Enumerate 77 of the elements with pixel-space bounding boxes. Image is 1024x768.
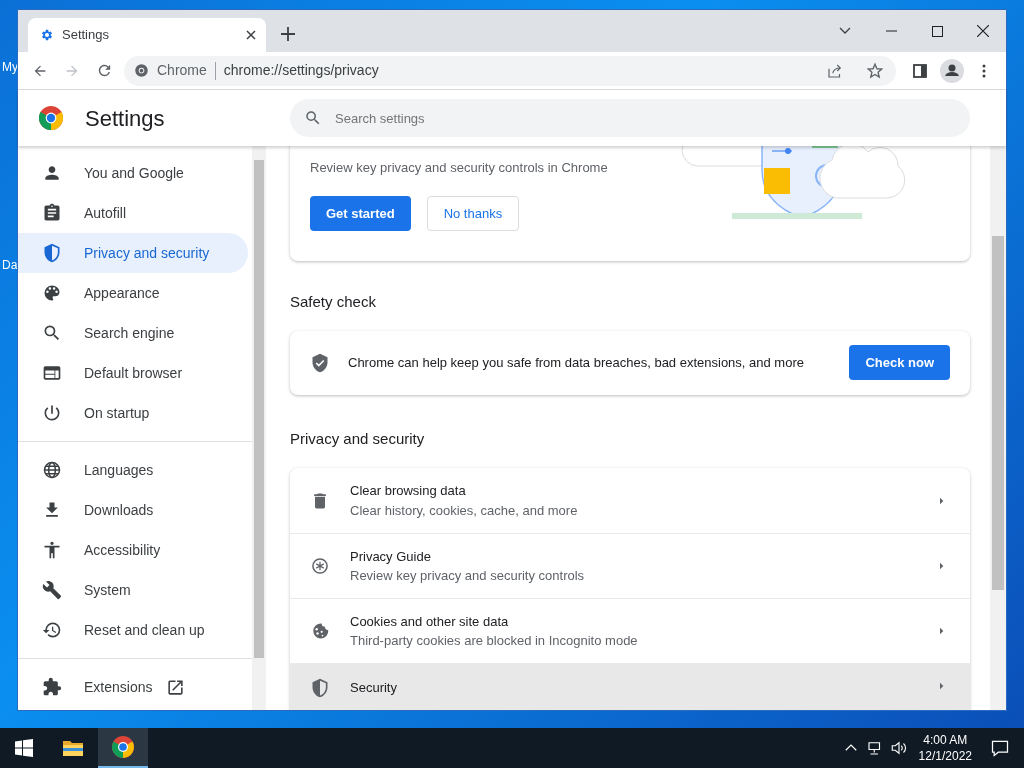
desktop-icon-label[interactable]: Da — [2, 256, 18, 274]
accessibility-icon — [42, 540, 62, 560]
row-title: Privacy Guide — [350, 547, 432, 566]
page-title: Settings — [85, 104, 166, 133]
external-link-icon — [166, 677, 186, 697]
shield-icon — [310, 678, 330, 698]
search-field[interactable]: Search settings — [290, 99, 970, 137]
row-title: Security — [350, 679, 398, 697]
settings-row[interactable]: Clear browsing data Clear history, cookies, cache, and more — [290, 468, 970, 533]
scrollbar[interactable] — [990, 146, 1006, 710]
clock-date[interactable]: 12/1/2022 — [918, 748, 972, 765]
section-heading: Privacy and security — [290, 428, 426, 449]
check-now-button[interactable]: Check now — [849, 344, 950, 381]
minimize-icon — [885, 30, 897, 32]
sidebar-item[interactable]: Reset and clean up — [18, 610, 248, 650]
notification-icon[interactable] — [990, 738, 1010, 758]
chrome-icon — [134, 63, 149, 78]
palette-icon — [42, 283, 62, 303]
sidebar-item[interactable]: On startup — [18, 393, 248, 433]
puzzle-icon — [42, 677, 62, 697]
section-heading: Safety check — [290, 292, 377, 312]
history-icon — [42, 620, 62, 640]
shield-check-icon — [310, 352, 330, 373]
url-text: chrome://settings/privacy — [223, 61, 380, 80]
row-subtitle: Clear history, cookies, cache, and more — [350, 501, 579, 520]
site-label: Chrome — [157, 61, 207, 80]
avatar-icon — [940, 58, 964, 83]
settings-row[interactable]: Security — [290, 663, 970, 710]
maximize-icon — [931, 25, 943, 37]
row-title: Clear browsing data — [350, 482, 467, 500]
menu-icon — [982, 63, 986, 78]
settings-row[interactable]: Privacy Guide Review key privacy and security controls — [290, 533, 970, 598]
clock-time[interactable]: 4:00 AM — [918, 731, 972, 748]
sidebar-item[interactable]: System — [18, 570, 248, 610]
sidebar-item[interactable]: Languages — [18, 450, 248, 490]
row-subtitle: Review key privacy and security controls — [350, 567, 586, 585]
sidebar-item[interactable]: Search engine — [18, 313, 248, 353]
close-icon — [977, 25, 989, 37]
star-icon[interactable] — [866, 61, 884, 80]
sidebar-item[interactable]: You and Google — [18, 153, 248, 193]
clipboard-icon — [42, 203, 62, 223]
safety-check-text: Chrome can help keep you safe from data breaches, bad extensions, and more — [348, 353, 805, 372]
sidebar-item[interactable]: Autofill — [18, 193, 248, 233]
chevron-down-icon — [839, 27, 851, 35]
row-title: Cookies and other site data — [350, 612, 510, 631]
sidebar-item[interactable]: Downloads — [18, 490, 248, 530]
description-text: Review key privacy and security controls in Chrome — [310, 159, 609, 177]
compass-icon — [310, 556, 330, 576]
taskbar-app[interactable] — [98, 728, 148, 768]
sidebar-item[interactable]: Accessibility — [18, 530, 248, 570]
browser-window-icon — [42, 363, 62, 383]
gear-icon — [40, 28, 54, 42]
wrench-icon — [42, 580, 62, 600]
search-icon — [42, 323, 62, 343]
speaker-icon[interactable] — [889, 739, 908, 757]
address-bar[interactable]: Chrome chrome://settings/privacy — [124, 55, 896, 86]
chrome-logo — [39, 106, 63, 130]
sidebar-item[interactable]: Extensions — [18, 667, 248, 707]
browser-tab[interactable]: Settings — [28, 18, 266, 52]
close-icon[interactable] — [246, 30, 256, 40]
tab-title: Settings — [62, 26, 110, 45]
plus-icon — [281, 27, 295, 41]
dismiss-button[interactable]: No thanks — [426, 195, 520, 231]
globe-icon — [42, 460, 62, 480]
shield-icon — [42, 243, 62, 263]
desktop-icon-label[interactable]: My — [2, 58, 18, 76]
sidebar-item[interactable]: Privacy and security — [18, 233, 248, 273]
chrome-icon — [111, 735, 135, 759]
side-panel-icon — [913, 63, 927, 78]
get-started-button[interactable]: Get started — [310, 195, 411, 231]
row-subtitle: Third-party cookies are blocked in Incognito mode — [350, 632, 639, 650]
sidebar-item[interactable]: Appearance — [18, 273, 248, 313]
sidebar-item[interactable]: Default browser — [18, 353, 248, 393]
scrollbar[interactable] — [252, 146, 266, 710]
power-icon — [42, 403, 62, 423]
windows-icon — [15, 739, 33, 757]
cookie-icon — [310, 621, 330, 641]
